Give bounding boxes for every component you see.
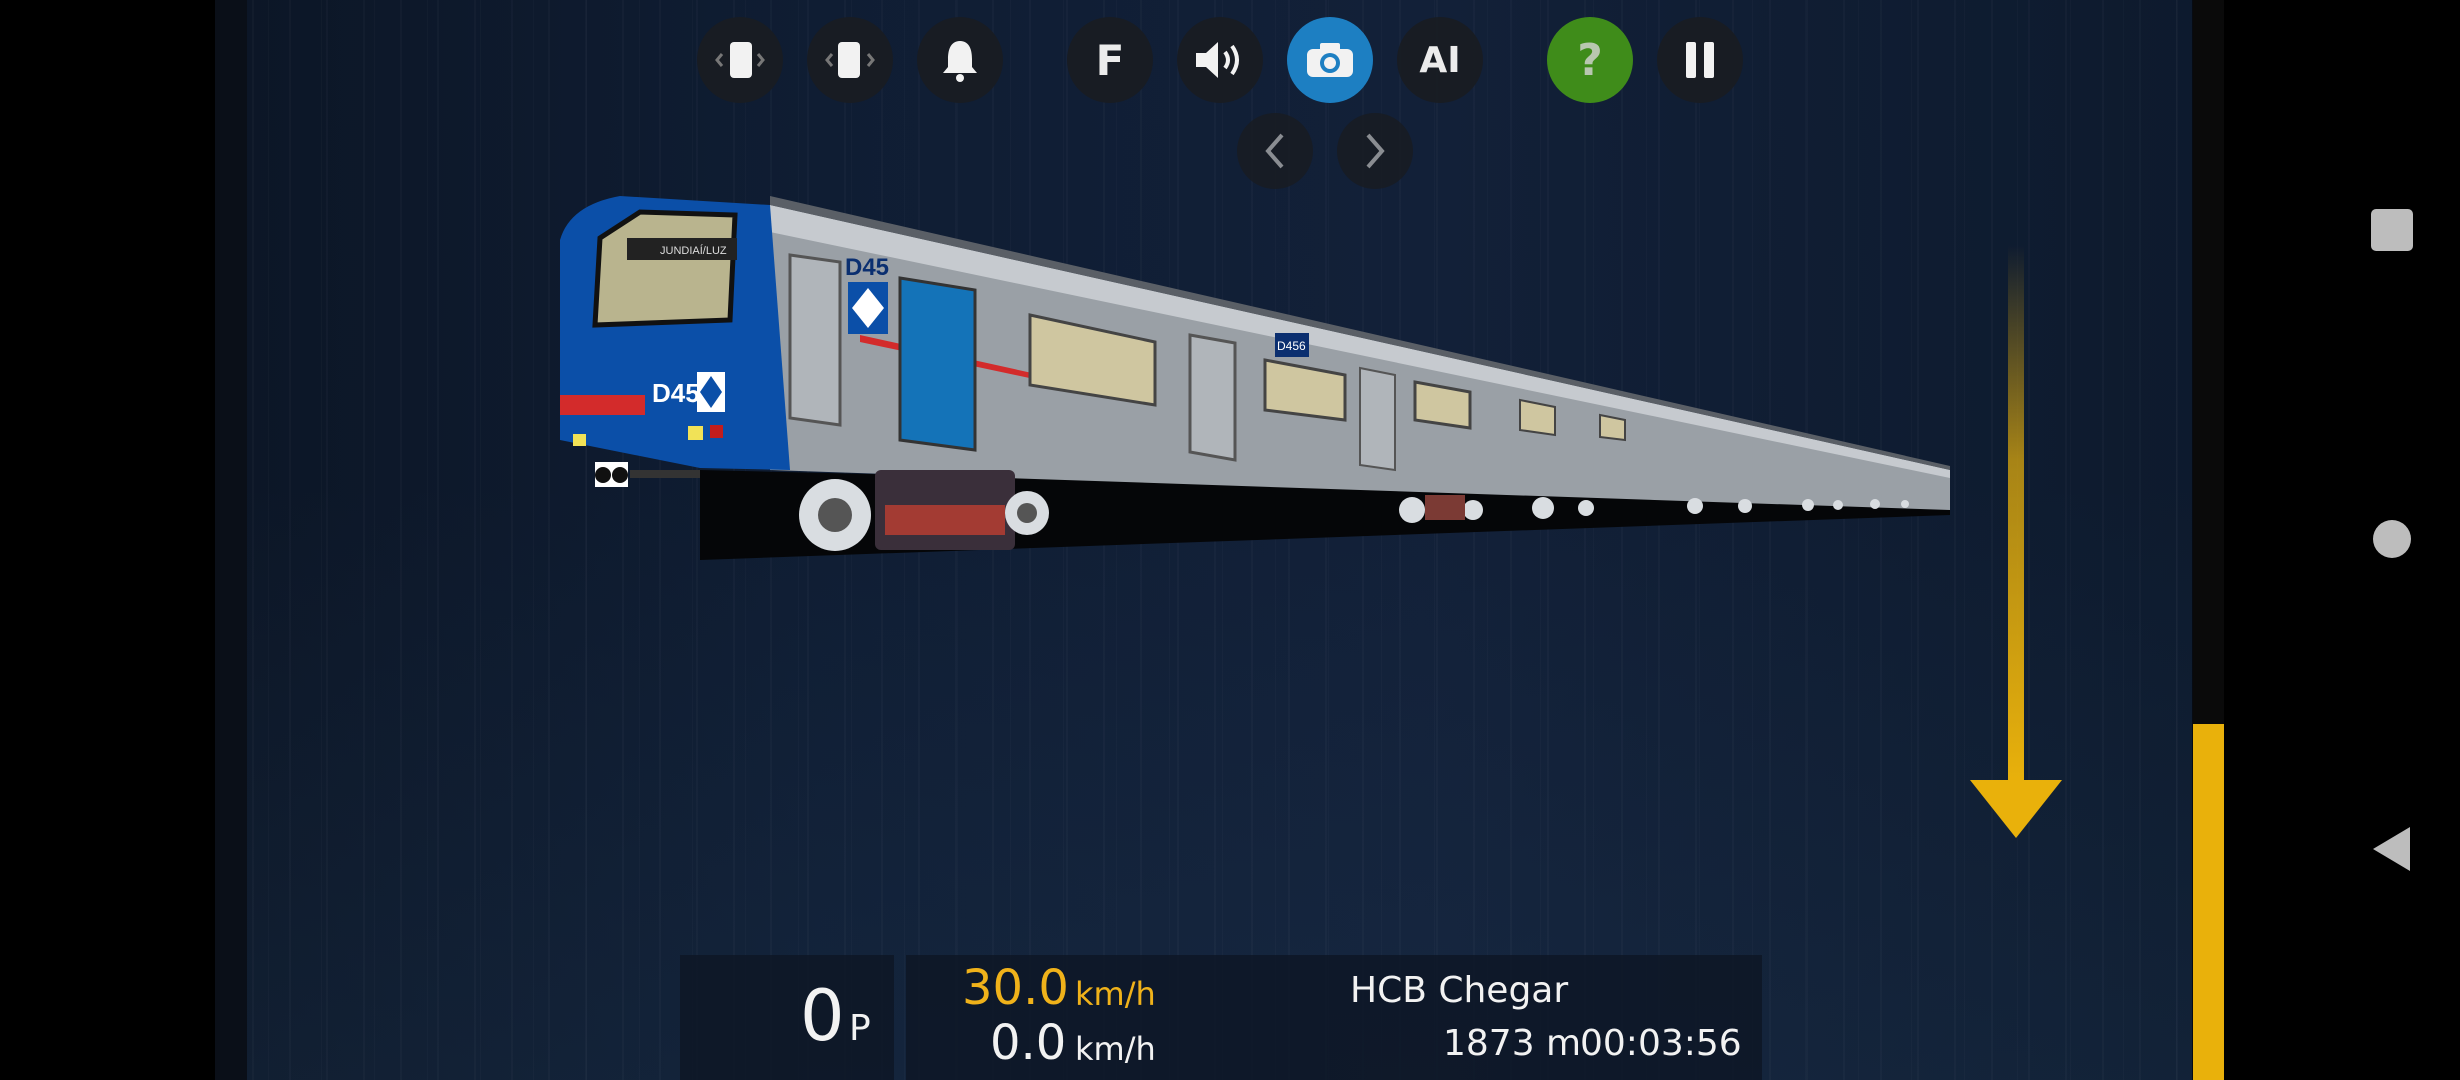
cab-left-button[interactable]: [697, 17, 783, 103]
square-recent-icon: [2371, 209, 2413, 251]
question-icon: ?: [1577, 34, 1603, 86]
pause-button[interactable]: [1657, 17, 1743, 103]
cab-right-button[interactable]: [807, 17, 893, 103]
camera-icon: [1307, 43, 1353, 77]
triangle-back-icon: [2373, 827, 2410, 871]
forward-button[interactable]: F: [1067, 17, 1153, 103]
bell-icon: [943, 41, 977, 82]
rain-background: [215, 0, 2224, 1080]
sound-button[interactable]: [1177, 17, 1263, 103]
camera-button[interactable]: [1287, 17, 1373, 103]
home-button[interactable]: [2373, 520, 2413, 560]
door-right-icon: [825, 42, 875, 78]
speed-value: 0.0: [990, 1015, 1067, 1071]
chevron-left-icon: [1265, 133, 1284, 169]
letter-f-icon: F: [1095, 35, 1125, 85]
station-name: HCB Chegar: [1350, 970, 1569, 1011]
power-value: 0: [800, 975, 845, 1057]
camera-next-button[interactable]: [1337, 113, 1413, 189]
back-button[interactable]: [2370, 825, 2414, 873]
camera-prev-button[interactable]: [1237, 113, 1313, 189]
circle-home-icon: [2373, 520, 2411, 558]
power-unit: P: [849, 1008, 871, 1049]
time-remaining: 00:03:56: [1580, 1023, 1742, 1064]
game-viewport[interactable]: [215, 0, 2224, 1080]
door-left-icon: [715, 42, 765, 78]
target-speed-value: 30.0: [962, 960, 1069, 1016]
throttle-level[interactable]: [2193, 724, 2224, 1080]
down-arrow-icon: [1970, 245, 2062, 838]
help-button[interactable]: ?: [1547, 17, 1633, 103]
speaker-icon: [1196, 42, 1239, 78]
ai-icon: AI: [1419, 39, 1461, 81]
recent-apps-button[interactable]: [2371, 209, 2413, 251]
speed-unit: km/h: [1075, 1030, 1156, 1068]
pause-icon: [1686, 42, 1714, 78]
chevron-right-icon: [1366, 133, 1385, 169]
target-speed-unit: km/h: [1075, 975, 1156, 1013]
ai-button[interactable]: AI: [1397, 17, 1483, 103]
distance-to-station: 1873 m: [1443, 1023, 1582, 1064]
bell-button[interactable]: [917, 17, 1003, 103]
